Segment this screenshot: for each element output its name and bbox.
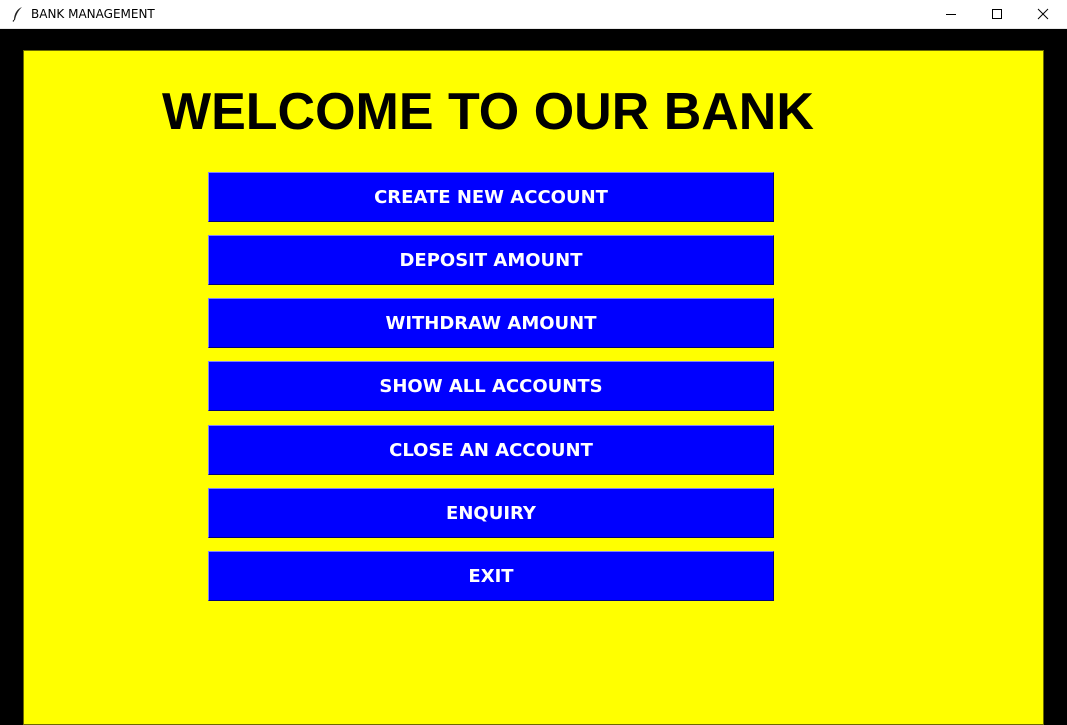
title-bar[interactable]: BANK MANAGEMENT [0, 0, 1067, 29]
app-window: BANK MANAGEMENT WELCOME TO OUR BANK CREA… [0, 0, 1067, 725]
minimize-button[interactable] [928, 0, 974, 28]
close-button[interactable] [1020, 0, 1066, 28]
feather-icon [11, 6, 25, 22]
close-icon [1037, 5, 1049, 24]
minimize-icon [945, 5, 957, 24]
page-title: WELCOME TO OUR BANK [162, 83, 814, 141]
exit-button[interactable]: EXIT [208, 551, 774, 601]
maximize-icon [991, 5, 1003, 24]
deposit-amount-button[interactable]: DEPOSIT AMOUNT [208, 235, 774, 285]
maximize-button[interactable] [974, 0, 1020, 28]
show-all-accounts-button[interactable]: SHOW ALL ACCOUNTS [208, 361, 774, 411]
create-new-account-button[interactable]: CREATE NEW ACCOUNT [208, 172, 774, 222]
withdraw-amount-button[interactable]: WITHDRAW AMOUNT [208, 298, 774, 348]
window-title: BANK MANAGEMENT [31, 7, 155, 21]
close-an-account-button[interactable]: CLOSE AN ACCOUNT [208, 425, 774, 475]
enquiry-button[interactable]: ENQUIRY [208, 488, 774, 538]
